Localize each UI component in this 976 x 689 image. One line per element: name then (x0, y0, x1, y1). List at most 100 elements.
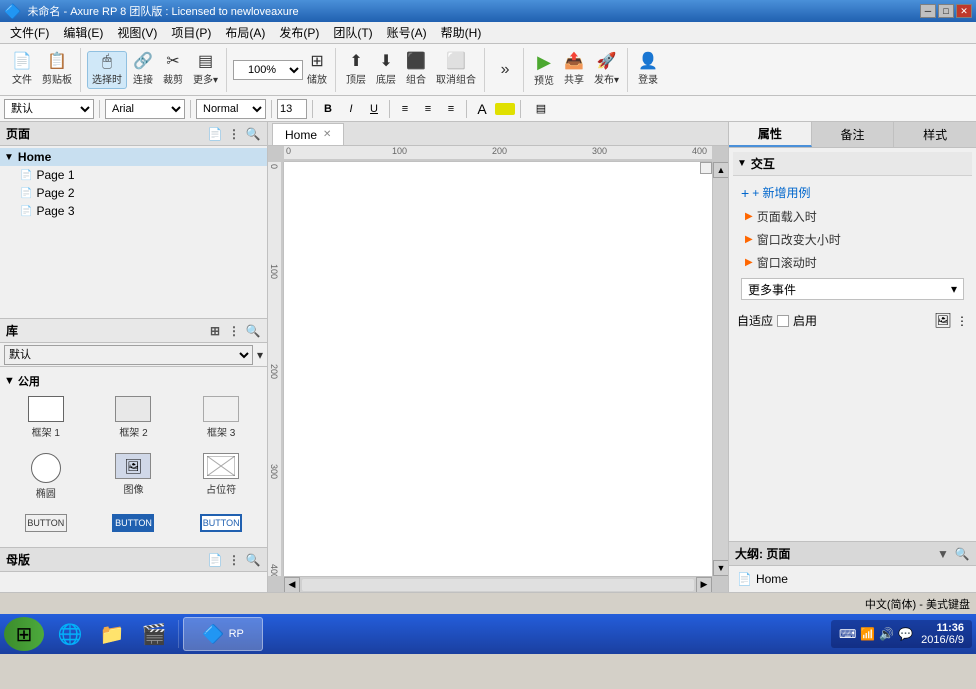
page-item-2[interactable]: 📄 Page 2 (0, 184, 267, 202)
lib-item-box2[interactable]: 框架 2 (92, 391, 176, 444)
lib-item-btn2[interactable]: BUTTON (92, 509, 176, 539)
masters-search-icon[interactable]: 🔍 (245, 552, 261, 568)
adaptive-settings-icon[interactable]: 🖼 (934, 312, 952, 329)
lib-item-image[interactable]: 🖼 图像 (92, 448, 176, 505)
zoom-select[interactable]: 100% 50% 200% (233, 60, 303, 80)
menu-help[interactable]: 帮助(H) (435, 22, 488, 43)
canvas-tab-home[interactable]: Home ✕ (272, 123, 344, 145)
align-right-button[interactable]: ≡ (441, 99, 461, 119)
tab-properties[interactable]: 属性 (729, 122, 812, 147)
adaptive-more-icon[interactable]: ⋮ (956, 314, 968, 328)
close-button[interactable]: ✕ (956, 4, 972, 18)
bold-button[interactable]: B (318, 99, 338, 119)
menu-project[interactable]: 项目(P) (165, 22, 217, 43)
taskbar-axure[interactable]: 🔷 RP (183, 617, 263, 651)
lib-item-btn1[interactable]: BUTTON (4, 509, 88, 539)
pages-search-icon[interactable]: 🔍 (245, 126, 261, 142)
more-events-dropdown[interactable]: 更多事件 ▾ (741, 278, 964, 300)
zoom-control[interactable]: 100% 50% 200% (233, 60, 303, 80)
menu-layout[interactable]: 布局(A) (219, 22, 271, 43)
library-dropdown[interactable]: 默认 (4, 345, 253, 365)
taskbar-explorer[interactable]: 📁 (92, 617, 132, 651)
canvas-scrollbar-v[interactable]: ▲ ▼ (712, 162, 728, 576)
canvas-scrollbar-h[interactable]: ◀ ▶ (284, 576, 712, 592)
tab-style[interactable]: 样式 (894, 122, 976, 147)
bring-front-button[interactable]: ⬆ 顶层 (342, 52, 370, 88)
pages-add-icon[interactable]: 📄 (207, 126, 223, 142)
menu-view[interactable]: 视图(V) (111, 22, 163, 43)
library-more-icon[interactable]: ⋮ (226, 323, 242, 339)
align-center-button[interactable]: ≡ (418, 99, 438, 119)
interaction-section-header[interactable]: ▼ 交互 (733, 152, 972, 176)
send-back-button[interactable]: ⬇ 底层 (372, 52, 400, 88)
taskbar-media[interactable]: 🎬 (134, 617, 174, 651)
bg-color-button[interactable] (495, 103, 515, 115)
taskbar-ie[interactable]: 🌐 (50, 617, 90, 651)
adaptive-checkbox[interactable] (777, 315, 789, 327)
preview-button[interactable]: ▶ 预览 (530, 51, 558, 89)
menu-account[interactable]: 账号(A) (381, 22, 433, 43)
lib-item-box3[interactable]: 框架 3 (179, 391, 263, 444)
menu-team[interactable]: 团队(T) (327, 22, 378, 43)
scroll-left-arrow[interactable]: ◀ (284, 577, 300, 593)
group-button[interactable]: ⬛ 组合 (402, 52, 430, 88)
event-on-load[interactable]: ▶ 页面载入时 (737, 205, 968, 228)
minimize-button[interactable]: ─ (920, 4, 936, 18)
masters-more-icon[interactable]: ⋮ (226, 552, 242, 568)
underline-button[interactable]: U (364, 99, 384, 119)
scroll-down-arrow[interactable]: ▼ (713, 560, 728, 576)
pages-tree-root[interactable]: ▼ Home (0, 148, 267, 166)
masters-add-icon[interactable]: 📄 (207, 552, 223, 568)
clipboard-button[interactable]: 📋 剪贴板 (38, 52, 76, 88)
canvas-content[interactable]: ↖ (284, 162, 712, 576)
page-item-1[interactable]: 📄 Page 1 (0, 166, 267, 184)
ungroup-button[interactable]: ⬜ 取消组合 (432, 52, 480, 88)
event-on-resize[interactable]: ▶ 窗口改变大小时 (737, 228, 968, 251)
lib-item-box1[interactable]: 框架 1 (4, 391, 88, 444)
outline-item-home[interactable]: 📄 Home (733, 570, 972, 588)
login-button[interactable]: 👤 登录 (634, 52, 662, 88)
library-add-icon[interactable]: ⊞ (207, 323, 223, 339)
style-select[interactable]: 默认 (4, 99, 94, 119)
add-interaction-button[interactable]: + + 新增用例 (737, 180, 968, 205)
scroll-up-arrow[interactable]: ▲ (713, 162, 728, 178)
outline-search-icon[interactable]: 🔍 (954, 546, 970, 562)
section-toggle-icon[interactable]: ▼ (4, 375, 15, 387)
page-item-3[interactable]: 📄 Page 3 (0, 202, 267, 220)
align-left-button[interactable]: ≡ (395, 99, 415, 119)
color-button[interactable]: A (472, 99, 492, 119)
start-button[interactable]: ⊞ (4, 617, 44, 651)
library-search-icon[interactable]: 🔍 (245, 323, 261, 339)
library-dropdown-arrow[interactable]: ▾ (257, 348, 263, 362)
italic-button[interactable]: I (341, 99, 361, 119)
scroll-right-arrow[interactable]: ▶ (696, 577, 712, 593)
zoom-fit-button[interactable]: ⊞ 储放 (303, 52, 331, 88)
new-button[interactable]: 📄 文件 (8, 52, 36, 88)
maximize-button[interactable]: □ (938, 4, 954, 18)
weight-select[interactable]: Normal (196, 99, 266, 119)
menu-edit[interactable]: 编辑(E) (57, 22, 109, 43)
title-bar-controls[interactable]: ─ □ ✕ (920, 4, 972, 18)
canvas-tab-close[interactable]: ✕ (323, 129, 331, 140)
menu-file[interactable]: 文件(F) (4, 22, 55, 43)
tab-notes[interactable]: 备注 (812, 122, 895, 147)
crop-button[interactable]: ✂ 裁剪 (159, 52, 187, 88)
pages-more-icon[interactable]: ⋮ (226, 126, 242, 142)
menu-publish[interactable]: 发布(P) (273, 22, 325, 43)
lib-item-btn3[interactable]: BUTTON (179, 509, 263, 539)
lib-item-placeholder[interactable]: 占位符 (179, 448, 263, 505)
canvas-scroll[interactable]: 0 100 200 300 400 0 100 200 300 400 (268, 146, 728, 592)
event-on-scroll[interactable]: ▶ 窗口滚动时 (737, 251, 968, 274)
more-button[interactable]: ▤ 更多▾ (189, 52, 222, 88)
font-size-input[interactable] (277, 99, 307, 119)
more-tools-button[interactable]: » (491, 60, 519, 80)
more-format-button[interactable]: ▤ (526, 99, 556, 119)
connect-button[interactable]: 🔗 连接 (129, 52, 157, 88)
share-button[interactable]: 📤 共享 (560, 52, 588, 88)
outline-filter-icon[interactable]: ▼ (935, 546, 951, 562)
select-button[interactable]: 🖱 选择时 (87, 51, 127, 89)
lib-item-ellipse[interactable]: 椭圆 (4, 448, 88, 505)
scroll-h-track[interactable] (302, 579, 694, 591)
publish-button[interactable]: 🚀 发布▾ (590, 52, 623, 88)
font-select[interactable]: Arial (105, 99, 185, 119)
